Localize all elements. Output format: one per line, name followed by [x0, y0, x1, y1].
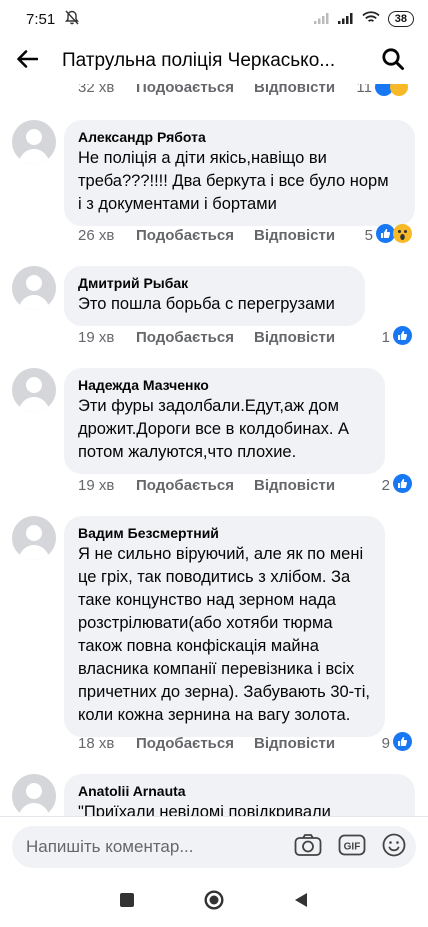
comment-text-line: Эти фуры задолбали.Едут,аж дом [78, 397, 339, 415]
home-button[interactable] [204, 890, 224, 915]
comment-text-line: це гріх, так поводитись з хлібом. За [78, 568, 351, 586]
arrow-left-icon [16, 49, 39, 73]
reaction-count: 5 [364, 226, 373, 244]
comment-author[interactable]: Вадим Безсмертний [78, 524, 371, 543]
like-link[interactable]: Подобається [136, 477, 254, 494]
reaction-count: 11 [356, 84, 372, 96]
avatar[interactable] [12, 368, 56, 412]
comment-time[interactable]: 18 хв [78, 735, 136, 752]
comment-bubble[interactable]: Вадим Безсмертний Я не сильно віруючий, … [64, 516, 385, 737]
comment-author[interactable]: Дмитрий Рыбак [78, 274, 351, 293]
comment-text-line: потом жалуются,что плохие. [78, 443, 297, 461]
reaction-count: 2 [381, 476, 390, 494]
comment-actions: 18 хв Подобається Відповісти 9 [78, 731, 412, 755]
mute-bell-icon [65, 10, 80, 29]
comment-text-line: власника компанії перевізника і всіх [78, 660, 355, 678]
avatar[interactable] [12, 774, 56, 816]
system-nav-bar [0, 878, 428, 927]
comment-time[interactable]: 26 хв [78, 227, 136, 244]
comment-text-line: таке концунство над зерном нада [78, 591, 336, 609]
reactions-summary[interactable]: 11 [356, 84, 408, 96]
comment-time[interactable]: 19 хв [78, 329, 136, 346]
comment-input-placeholder: Напишіть коментар... [26, 837, 194, 856]
reply-link[interactable]: Відповісти [254, 227, 365, 244]
comment-bubble[interactable]: Anatolii Arnauta "Приїхали невідомі пові… [64, 774, 415, 816]
comment-text-line: "Приїхали невідомі повідкривали [78, 803, 331, 816]
page-title: Патрульна поліція Черкасько... [62, 50, 336, 71]
comment-time: 32 хв [78, 84, 115, 96]
emoji-icon[interactable] [382, 833, 406, 862]
back-nav-button[interactable] [294, 892, 308, 913]
comment-text-line: причетних до зерна). Забувають 30-ті, [78, 683, 370, 701]
reactions-summary[interactable]: 1 [381, 325, 412, 349]
comment-actions: 19 хв Подобається Відповісти 1 [78, 325, 412, 349]
reply-link[interactable]: Відповісти [254, 477, 382, 494]
like-link[interactable]: Подобається [136, 84, 254, 96]
comment-text-line: треба???!!!! Два беркута і все було норм [78, 172, 389, 190]
reaction-count: 1 [381, 328, 390, 346]
svg-text:GIF: GIF [344, 841, 361, 852]
comment-text-line: розстрілювати(або хотяби тюрма [78, 614, 333, 632]
comment-text-line: дрожит.Дороги все в колдобинах. А [78, 420, 350, 438]
comment-author[interactable]: Anatolii Arnauta [78, 782, 401, 801]
comment-actions-cut: 32 хв Подобається Відповісти 11 [78, 84, 408, 96]
like-link[interactable]: Подобається [136, 735, 254, 752]
comment-composer: Напишіть коментар... GIF [0, 816, 428, 879]
search-button[interactable] [378, 46, 408, 76]
reaction-count: 9 [381, 734, 390, 752]
comment-actions: 19 хв Подобається Відповісти 2 [78, 473, 412, 497]
camera-icon[interactable] [294, 833, 322, 862]
comment-text-line: Я не сильно віруючий, але як по мені [78, 545, 364, 563]
app-header: Патрульна поліція Черкасько... [0, 38, 428, 84]
comment-text-line: також повна конфіскація майна [78, 637, 319, 655]
comment-input[interactable]: Напишіть коментар... GIF [12, 826, 416, 868]
reactions-summary[interactable]: 5 [364, 223, 412, 247]
wifi-icon [362, 10, 380, 28]
like-link[interactable]: Подобається [136, 227, 254, 244]
avatar[interactable] [12, 120, 56, 164]
avatar[interactable] [12, 516, 56, 560]
reactions-summary[interactable]: 9 [381, 731, 412, 755]
comments-list: 32 хв Подобається Відповісти 11 Александ… [0, 84, 428, 816]
like-reaction-icon [393, 473, 412, 497]
status-bar: 7:51 38 [0, 0, 428, 38]
comment-text-line: Не поліція а діти якісь,навіщо ви [78, 149, 327, 167]
back-button[interactable] [16, 41, 56, 81]
comment-text-line: і з документами і бортами [78, 195, 277, 213]
reply-link[interactable]: Відповісти [254, 735, 382, 752]
comment-bubble[interactable]: Александр Рябота Не поліція а діти якісь… [64, 120, 415, 226]
comment-bubble[interactable]: Надежда Мазченко Эти фуры задолбали.Едут… [64, 368, 385, 474]
comment-text-line: Это пошла борьба с перегрузами [78, 295, 335, 313]
avatar[interactable] [12, 266, 56, 310]
search-icon [381, 47, 405, 76]
wow-reaction-icon [393, 223, 412, 247]
signal-icon-1 [313, 11, 330, 28]
comment-actions: 26 хв Подобається Відповісти 5 [78, 223, 412, 247]
reply-link[interactable]: Відповісти [254, 84, 356, 96]
comment-bubble[interactable]: Дмитрий Рыбак Это пошла борьба с перегру… [64, 266, 365, 326]
recent-apps-button[interactable] [120, 893, 134, 912]
gif-icon[interactable]: GIF [338, 833, 366, 862]
battery-indicator: 38 [387, 11, 414, 27]
status-time: 7:51 [26, 10, 56, 28]
like-reaction-icon [393, 731, 412, 755]
reply-link[interactable]: Відповісти [254, 329, 382, 346]
wow-reaction-icon [390, 84, 408, 96]
like-link[interactable]: Подобається [136, 329, 254, 346]
comment-time[interactable]: 19 хв [78, 477, 136, 494]
comment-author[interactable]: Надежда Мазченко [78, 376, 371, 395]
comment-author[interactable]: Александр Рябота [78, 128, 401, 147]
signal-icon-2 [337, 11, 354, 28]
reactions-summary[interactable]: 2 [381, 473, 412, 497]
like-reaction-icon [393, 325, 412, 349]
comment-text-line: коли кожна зернина на вагу золота. [78, 706, 351, 724]
